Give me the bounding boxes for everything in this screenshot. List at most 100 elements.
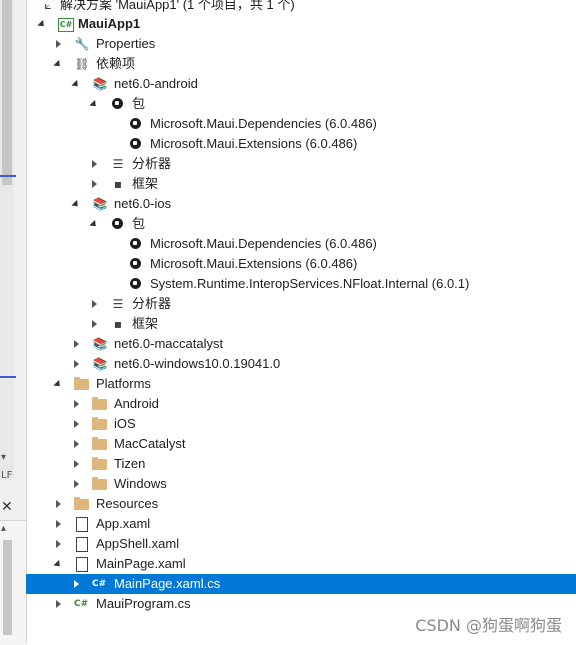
tree-row-frameworks[interactable]: ▪ 框架	[26, 314, 576, 334]
tree-row-solution[interactable]: ⟀ 解决方案 'MauiApp1' (1 个项目，共 1 个)	[26, 0, 576, 15]
tree-row-package[interactable]: Microsoft.Maui.Extensions (6.0.486)	[26, 254, 576, 274]
tree-row-folder[interactable]: Android	[26, 394, 576, 414]
tree-row-properties[interactable]: 🔧 Properties	[26, 34, 576, 54]
tree-row-framework[interactable]: 📚 net6.0-ios	[26, 194, 576, 214]
expander-collapsed-icon[interactable]	[52, 514, 64, 534]
expander-collapsed-icon[interactable]	[52, 534, 64, 554]
tree-row-folder[interactable]: iOS	[26, 414, 576, 434]
tree-row-label: Microsoft.Maui.Dependencies (6.0.486)	[150, 116, 377, 131]
analyzer-icon: ☰	[112, 157, 124, 171]
tree-row-label: net6.0-ios	[114, 196, 172, 211]
expander-collapsed-icon[interactable]	[70, 454, 82, 474]
adjacent-pane-marker	[0, 376, 16, 378]
tree-row-dependencies[interactable]: ⛓ 依赖项	[26, 54, 576, 74]
expander-expanded-icon[interactable]	[52, 554, 64, 574]
adjacent-pane: ▾ LF ✕ ▴	[0, 0, 27, 645]
expander-collapsed-icon[interactable]	[52, 34, 64, 54]
csharp-file-icon: C#	[74, 599, 89, 609]
tree-row-package[interactable]: Microsoft.Maui.Dependencies (6.0.486)	[26, 234, 576, 254]
tree-row-framework[interactable]: 📚 net6.0-android	[26, 74, 576, 94]
tree-row-label: 框架	[132, 316, 159, 331]
tree-row-label: Platforms	[96, 376, 151, 391]
package-icon	[130, 138, 141, 149]
tree-row-analyzers[interactable]: ☰ 分析器	[26, 154, 576, 174]
expander-expanded-icon[interactable]	[36, 14, 48, 34]
package-icon	[130, 278, 141, 289]
csharp-file-icon: C#	[92, 579, 107, 589]
xaml-file-icon	[76, 517, 88, 532]
tree-row-folder[interactable]: Tizen	[26, 454, 576, 474]
dependencies-icon: ⛓	[74, 57, 90, 71]
expander-collapsed-icon[interactable]	[70, 574, 82, 594]
close-icon[interactable]: ✕	[1, 498, 13, 515]
expander-expanded-icon[interactable]	[88, 214, 100, 234]
expander-collapsed-icon[interactable]	[88, 174, 100, 194]
library-icon: 📚	[92, 337, 108, 351]
expander-collapsed-icon[interactable]	[70, 434, 82, 454]
tree-row-label: Tizen	[114, 456, 146, 471]
expander-collapsed-icon[interactable]	[52, 594, 64, 614]
library-icon: 📚	[92, 357, 108, 371]
expander-collapsed-icon[interactable]	[88, 294, 100, 314]
adjacent-pane-scrollbar[interactable]	[0, 0, 14, 480]
tree-row-project[interactable]: C# MauiApp1	[26, 14, 576, 34]
tree-row-label: net6.0-android	[114, 76, 198, 91]
watermark: CSDN @狗蛋啊狗蛋	[415, 616, 562, 635]
expander-expanded-icon[interactable]	[70, 74, 82, 94]
tree-row-file-selected[interactable]: C# MainPage.xaml.cs	[26, 574, 576, 594]
adjacent-pane-caret-up-icon: ▴	[1, 523, 7, 534]
tree-row-packages[interactable]: 包	[26, 94, 576, 114]
tree-row-label: 依赖项	[96, 56, 136, 71]
adjacent-pane-lower-scroll-thumb[interactable]	[3, 540, 12, 635]
expander-expanded-icon[interactable]	[52, 374, 64, 394]
expander-collapsed-icon[interactable]	[88, 154, 100, 174]
tree-row-label: 框架	[132, 176, 159, 191]
expander-expanded-icon[interactable]	[70, 194, 82, 214]
framework-icon: ▪	[113, 317, 123, 331]
tree-row-package[interactable]: Microsoft.Maui.Dependencies (6.0.486)	[26, 114, 576, 134]
tree-row-analyzers[interactable]: ☰ 分析器	[26, 294, 576, 314]
solution-explorer-tree: ⟀ 解决方案 'MauiApp1' (1 个项目，共 1 个) C# MauiA…	[26, 0, 576, 644]
tree-row-folder[interactable]: Windows	[26, 474, 576, 494]
framework-icon: ▪	[113, 177, 123, 191]
expander-collapsed-icon[interactable]	[52, 494, 64, 514]
tree-row-file[interactable]: App.xaml	[26, 514, 576, 534]
tree-row-label: net6.0-maccatalyst	[114, 336, 224, 351]
tree-row-file[interactable]: MainPage.xaml	[26, 554, 576, 574]
xaml-file-icon	[76, 557, 88, 572]
expander-expanded-icon[interactable]	[52, 54, 64, 74]
expander-collapsed-icon[interactable]	[70, 474, 82, 494]
tree-row-framework[interactable]: 📚 net6.0-windows10.0.19041.0	[26, 354, 576, 374]
expander-collapsed-icon[interactable]	[70, 394, 82, 414]
tree-row-framework[interactable]: 📚 net6.0-maccatalyst	[26, 334, 576, 354]
tree-row-label: Microsoft.Maui.Dependencies (6.0.486)	[150, 236, 377, 251]
tree-row-folder[interactable]: Resources	[26, 494, 576, 514]
tree-row-label: 分析器	[132, 156, 172, 171]
tree-row-package[interactable]: System.Runtime.InteropServices.NFloat.In…	[26, 274, 576, 294]
library-icon: 📚	[92, 197, 108, 211]
folder-icon	[92, 437, 107, 450]
folder-icon	[92, 477, 107, 490]
adjacent-pane-scroll-thumb[interactable]	[2, 0, 12, 185]
expander-collapsed-icon[interactable]	[70, 334, 82, 354]
expander-expanded-icon[interactable]	[88, 94, 100, 114]
package-icon	[112, 98, 123, 109]
expander-collapsed-icon[interactable]	[70, 354, 82, 374]
tree-row-label: MauiApp1	[78, 16, 141, 31]
tree-row-packages[interactable]: 包	[26, 214, 576, 234]
tree-row-label: 包	[132, 216, 146, 231]
tree-row-folder[interactable]: MacCatalyst	[26, 434, 576, 454]
expander-collapsed-icon[interactable]	[70, 414, 82, 434]
folder-icon	[74, 497, 89, 510]
tree-row-label: System.Runtime.InteropServices.NFloat.In…	[150, 276, 470, 291]
tree-row-package[interactable]: Microsoft.Maui.Extensions (6.0.486)	[26, 134, 576, 154]
tree-row-folder[interactable]: Platforms	[26, 374, 576, 394]
tree-row-file[interactable]: C# MauiProgram.cs	[26, 594, 576, 614]
tree-row-file[interactable]: AppShell.xaml	[26, 534, 576, 554]
solution-icon: ⟀	[44, 0, 52, 12]
tree-row-frameworks[interactable]: ▪ 框架	[26, 174, 576, 194]
adjacent-pane-text: LF	[1, 470, 13, 481]
expander-collapsed-icon[interactable]	[88, 314, 100, 334]
package-icon	[112, 218, 123, 229]
tree-row-label: 解决方案 'MauiApp1' (1 个项目，共 1 个)	[60, 0, 295, 12]
